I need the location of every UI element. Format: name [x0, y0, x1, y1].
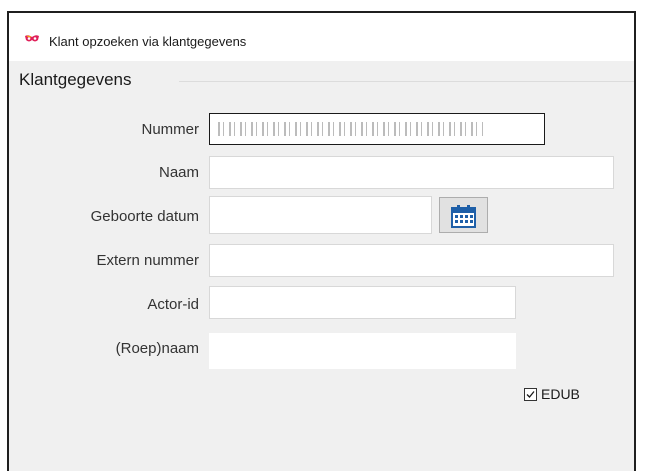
actor-id-input[interactable] [209, 286, 516, 319]
nummer-input[interactable] [209, 113, 545, 145]
klantgegevens-group: Klantgegevens Nummer Naam Geboorte datum [9, 61, 634, 471]
roepnaam-input[interactable] [209, 333, 516, 369]
group-divider [179, 81, 634, 82]
roepnaam-label: (Roep)naam [115, 340, 199, 357]
masked-value [218, 122, 483, 136]
checkbox-box[interactable] [524, 387, 537, 401]
window-title: Klant opzoeken via klantgegevens [49, 34, 247, 49]
title-bar: Klant opzoeken via klantgegevens [9, 13, 634, 61]
dialog-window: Klant opzoeken via klantgegevens Klantge… [7, 11, 636, 471]
nummer-label: Nummer [141, 121, 199, 138]
edub-checkbox[interactable]: EDUB [524, 386, 580, 402]
calendar-button[interactable] [439, 197, 488, 233]
extern-nummer-input[interactable] [209, 244, 614, 277]
actor-id-label: Actor-id [147, 296, 199, 313]
extern-nummer-label: Extern nummer [96, 252, 199, 269]
edub-label: EDUB [541, 386, 580, 402]
checkmark-icon [526, 390, 535, 398]
calendar-icon [451, 205, 476, 228]
naam-label: Naam [158, 164, 199, 181]
geboortedatum-input[interactable] [209, 196, 432, 234]
naam-input[interactable] [209, 156, 614, 189]
mask-icon [25, 35, 39, 42]
group-title: Klantgegevens [19, 70, 136, 90]
geboortedatum-label: Geboorte datum [90, 208, 199, 225]
